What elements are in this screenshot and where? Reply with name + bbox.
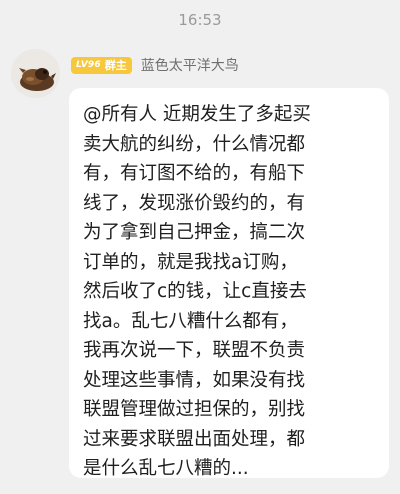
message-line: 我再次说一下，联盟不负责 xyxy=(83,340,306,361)
message-line: 联盟管理做过担保的，别找 xyxy=(83,399,306,420)
message-line: 有，有订图不给的，有船下 xyxy=(83,163,306,184)
sender-meta: LV96 群主 蓝色太平洋大鸟 xyxy=(71,55,239,75)
owner-level-badge: LV96 群主 xyxy=(71,56,132,74)
sender-avatar[interactable] xyxy=(11,49,60,98)
message-line: 处理这些事情，如果没有找 xyxy=(83,369,306,391)
message-line: 线了，发现涨价毁约的，有 xyxy=(83,192,306,214)
level-label: LV96 xyxy=(76,60,101,70)
sender-name[interactable]: 蓝色太平洋大鸟 xyxy=(141,55,239,75)
message-line: @所有人 近期发生了多起买 xyxy=(83,104,311,125)
message-line: 是什么乱七八糟的... xyxy=(83,458,249,479)
message-line: 订单的，就是我找a订购， xyxy=(83,251,298,273)
message-line: 找a。乱七八糟什么都有， xyxy=(83,310,298,332)
role-label: 群主 xyxy=(104,59,127,72)
message-line: 卖大航的纠纷，什么情况都 xyxy=(83,133,306,155)
message-bubble[interactable]: @所有人 近期发生了多起买 卖大航的纠纷，什么情况都 有，有订图不给的，有船下 … xyxy=(69,88,389,479)
message-timestamp: 16:53 xyxy=(178,11,222,29)
message-line: 过来要求联盟出面处理，都 xyxy=(83,428,306,450)
message-line: 然后收了c的钱，让c直接去 xyxy=(83,281,307,302)
message-line: 为了拿到自己押金，搞二次 xyxy=(83,222,306,243)
